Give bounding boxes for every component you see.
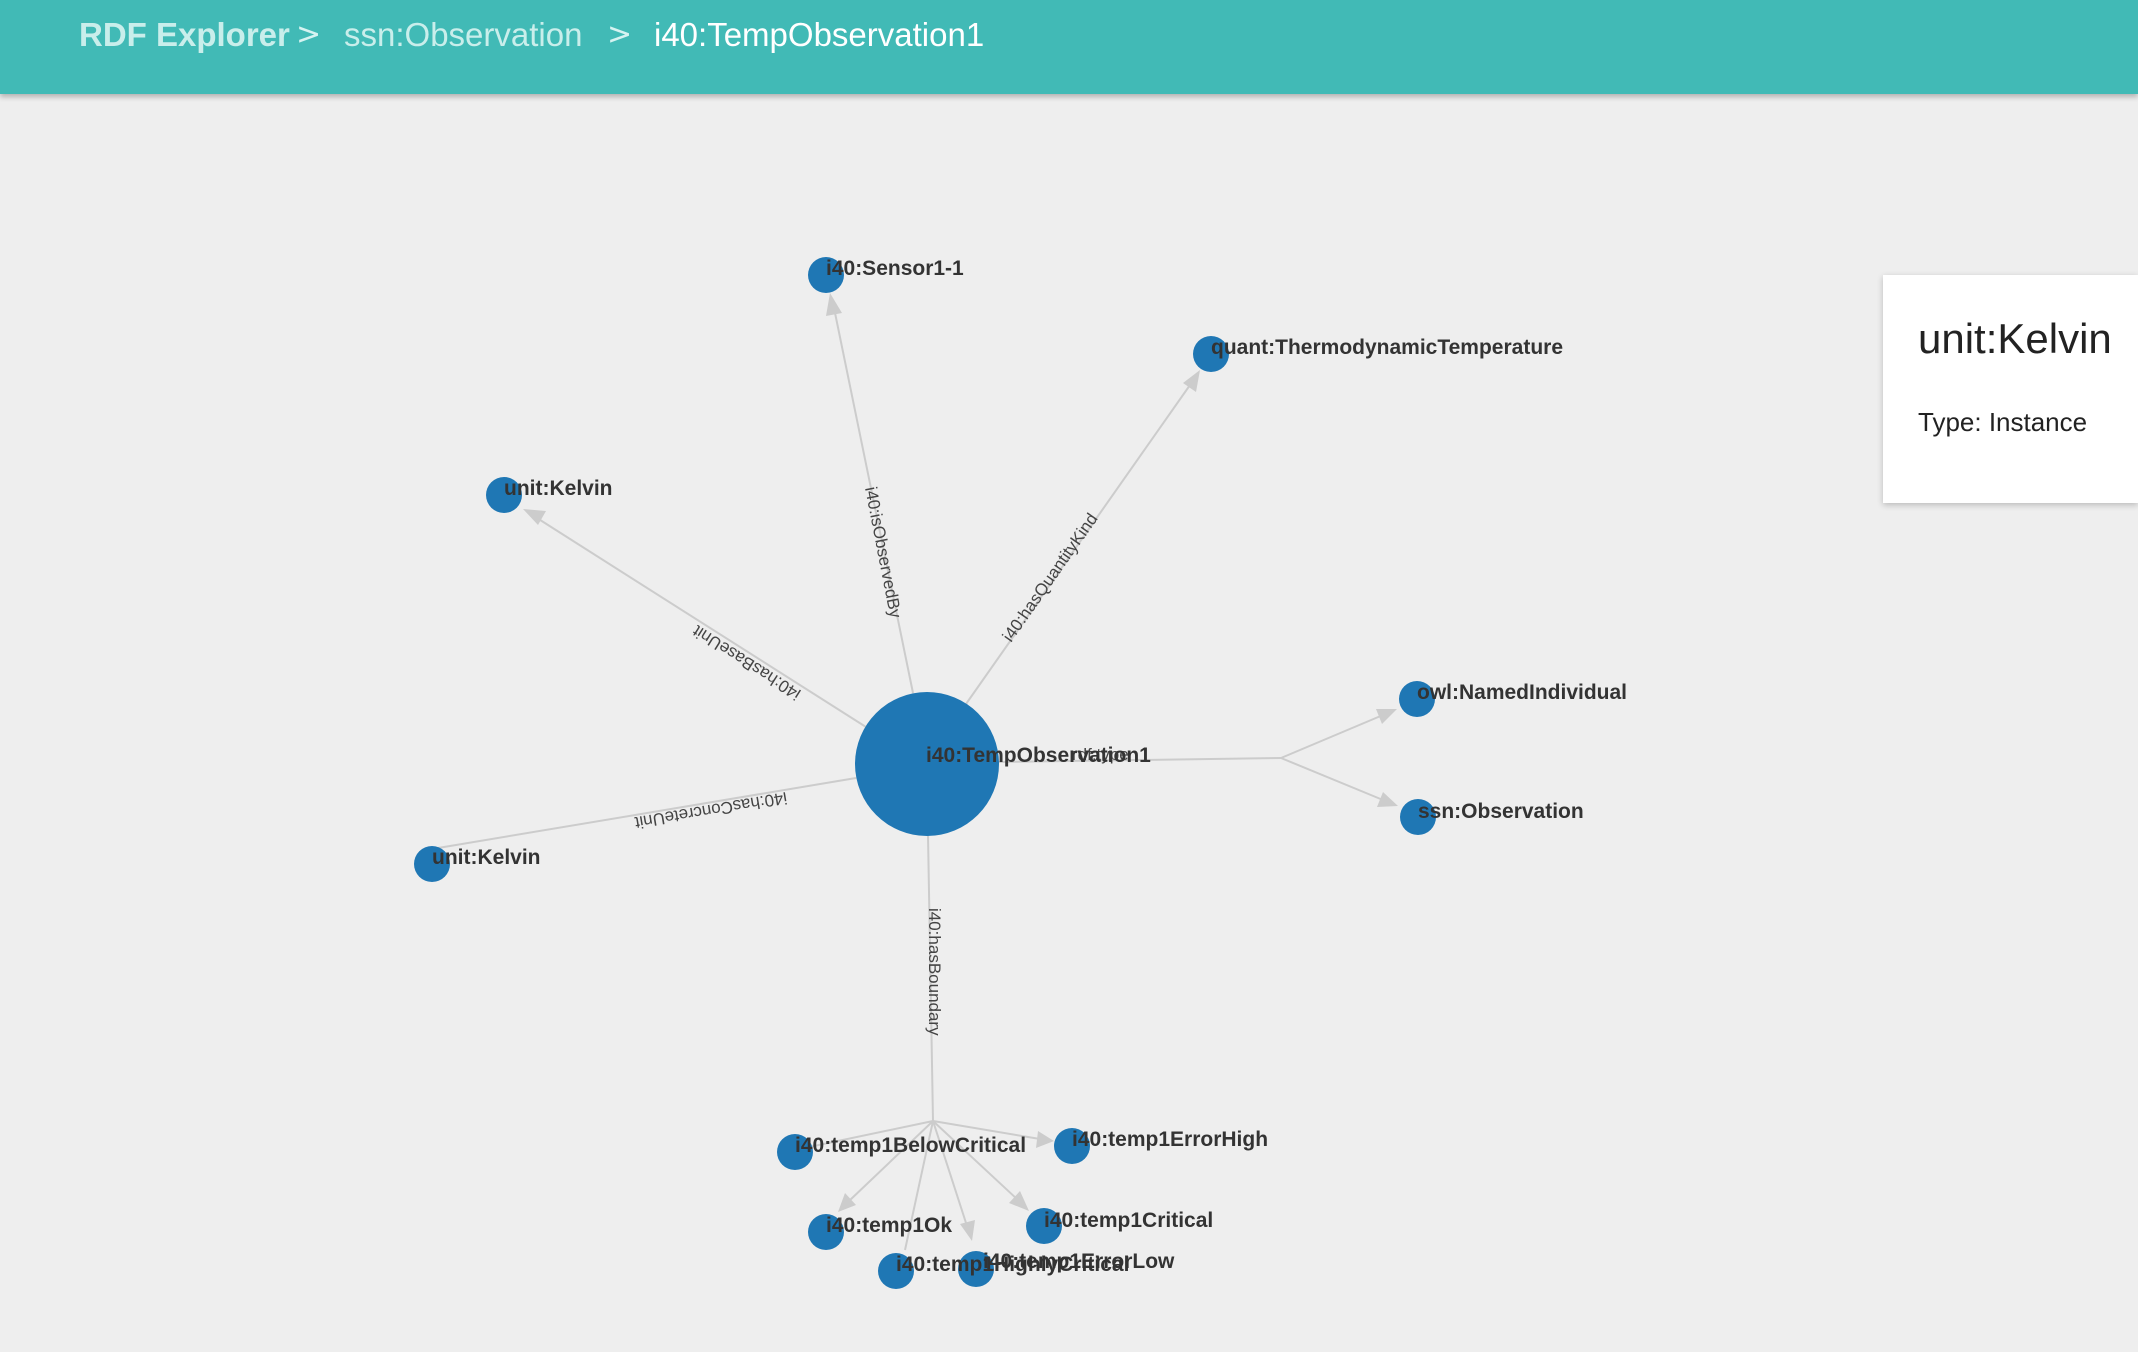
node-label: i40:TempObservation1	[926, 744, 1151, 767]
node-label: unit:Kelvin	[504, 477, 613, 500]
edge-label: i40:hasBoundary	[925, 908, 944, 1036]
node-label: unit:Kelvin	[432, 846, 541, 869]
node-label: i40:temp1ErrorLow	[983, 1250, 1175, 1273]
graph-node-labels: i40:TempObservation1 i40:Sensor1-1 quant…	[432, 257, 1627, 1276]
edge-label: i40:hasQuantityKind	[999, 510, 1102, 646]
node-label: i40:temp1Ok	[826, 1214, 952, 1237]
info-panel-title: unit:Kelvin	[1918, 315, 2112, 362]
edge-rdf-type-branch	[1280, 714, 1384, 759]
arrowhead	[1376, 709, 1397, 724]
edge-label: i40:isObservedBy	[861, 485, 905, 620]
app-title-link[interactable]: RDF Explorer	[79, 0, 290, 70]
info-panel-type: Type: Instance	[1918, 407, 2088, 437]
edge-label: i40:hasConcreteUnit	[633, 788, 788, 832]
chevron-right-icon: >	[607, 17, 633, 52]
breadcrumb-item-ssn-observation[interactable]: ssn:Observation	[344, 0, 582, 70]
node-label: ssn:Observation	[1418, 800, 1584, 823]
arrowhead	[1036, 1131, 1054, 1148]
chevron-right-icon: >	[296, 17, 322, 52]
edge-rdf-type-branch	[1280, 757, 1384, 801]
arrowhead	[1183, 370, 1200, 392]
arrowhead	[960, 1220, 975, 1241]
breadcrumb-item-current: i40:TempObservation1	[654, 16, 985, 53]
node-label: i40:temp1Critical	[1044, 1209, 1213, 1232]
edge-boundary-ok	[848, 1120, 934, 1202]
node-label: owl:NamedIndividual	[1417, 681, 1627, 704]
edge-label: i40:hasBaseUnit	[689, 621, 804, 704]
rdf-graph-canvas[interactable]: i40:isObservedBy i40:hasQuantityKind i40…	[0, 0, 2138, 1352]
node-info-panel: unit:Kelvin Type: Instance	[1883, 275, 2138, 503]
node-label: i40:Sensor1-1	[826, 257, 964, 280]
node-label: quant:ThermodynamicTemperature	[1211, 336, 1563, 359]
arrowhead	[826, 293, 842, 316]
node-label: i40:temp1ErrorHigh	[1072, 1128, 1268, 1151]
node-label: i40:temp1BelowCritical	[795, 1134, 1026, 1157]
app-header: RDF Explorer > ssn:Observation > i40:Tem…	[0, 0, 2138, 94]
arrowhead	[1377, 792, 1398, 807]
